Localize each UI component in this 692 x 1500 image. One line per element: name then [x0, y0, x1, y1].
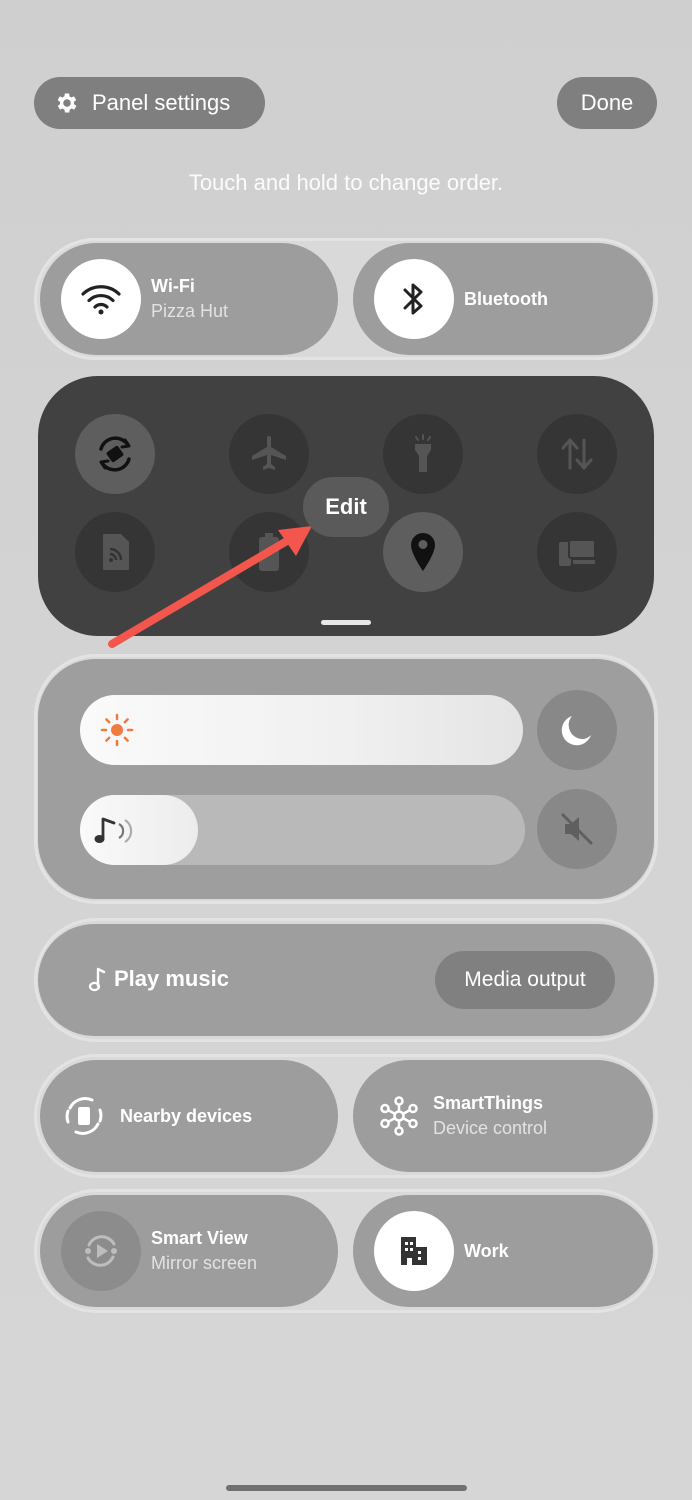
bluetooth-tile[interactable]: Bluetooth: [353, 243, 653, 355]
moon-icon: [561, 716, 591, 746]
smartthings-icon: [379, 1096, 419, 1136]
wifi-title: Wi-Fi: [151, 276, 195, 296]
nearby-devices-icon: [62, 1094, 106, 1138]
home-indicator[interactable]: [226, 1485, 467, 1491]
mobile-data-icon[interactable]: [537, 414, 617, 494]
work-tile[interactable]: Work: [353, 1195, 653, 1307]
work-icon[interactable]: [374, 1211, 454, 1291]
smartthings-title: SmartThings: [433, 1093, 544, 1113]
nearby-devices-tile[interactable]: Nearby devices: [40, 1060, 338, 1172]
auto-rotate-icon[interactable]: [75, 414, 155, 494]
panel-settings-label: Panel settings: [92, 90, 231, 115]
play-music-label: Play music: [114, 966, 229, 991]
music-note-icon: [88, 967, 106, 992]
mute-button[interactable]: [537, 789, 617, 869]
smart-view-subtitle: Mirror screen: [151, 1253, 258, 1273]
panel-settings-button[interactable]: Panel settings: [34, 77, 265, 129]
airplane-icon[interactable]: [229, 414, 309, 494]
wifi-network-name: Pizza Hut: [151, 301, 229, 321]
wifi-icon[interactable]: [61, 259, 141, 339]
bluetooth-icon[interactable]: [374, 259, 454, 339]
smartthings-tile[interactable]: SmartThings Device control: [353, 1060, 653, 1172]
mute-icon: [561, 813, 593, 845]
bluetooth-title: Bluetooth: [464, 288, 548, 309]
flashlight-icon[interactable]: [383, 414, 463, 494]
location-icon[interactable]: [383, 512, 463, 592]
play-music-button[interactable]: Play music: [88, 966, 229, 992]
device-control-icon[interactable]: [537, 512, 617, 592]
annotation-arrow: [108, 526, 312, 648]
smartthings-subtitle: Device control: [433, 1118, 548, 1138]
wifi-tile[interactable]: Wi-Fi Pizza Hut: [40, 243, 338, 355]
volume-slider[interactable]: [80, 795, 525, 865]
media-output-button[interactable]: Media output: [435, 951, 615, 1009]
sun-icon: [100, 713, 134, 747]
done-button[interactable]: Done: [557, 77, 657, 129]
edit-button[interactable]: Edit: [303, 477, 389, 537]
brightness-slider[interactable]: [80, 695, 523, 765]
dark-mode-button[interactable]: [537, 690, 617, 770]
volume-slider-fill: [80, 795, 198, 865]
nearby-devices-title: Nearby devices: [120, 1105, 253, 1126]
smart-view-title: Smart View: [151, 1228, 248, 1248]
music-note-icon: [94, 817, 133, 843]
work-title: Work: [464, 1240, 509, 1261]
smart-view-icon[interactable]: [61, 1211, 141, 1291]
reorder-hint: Touch and hold to change order.: [188, 170, 504, 195]
gear-icon: [57, 93, 77, 113]
smart-view-tile[interactable]: Smart View Mirror screen: [40, 1195, 338, 1307]
